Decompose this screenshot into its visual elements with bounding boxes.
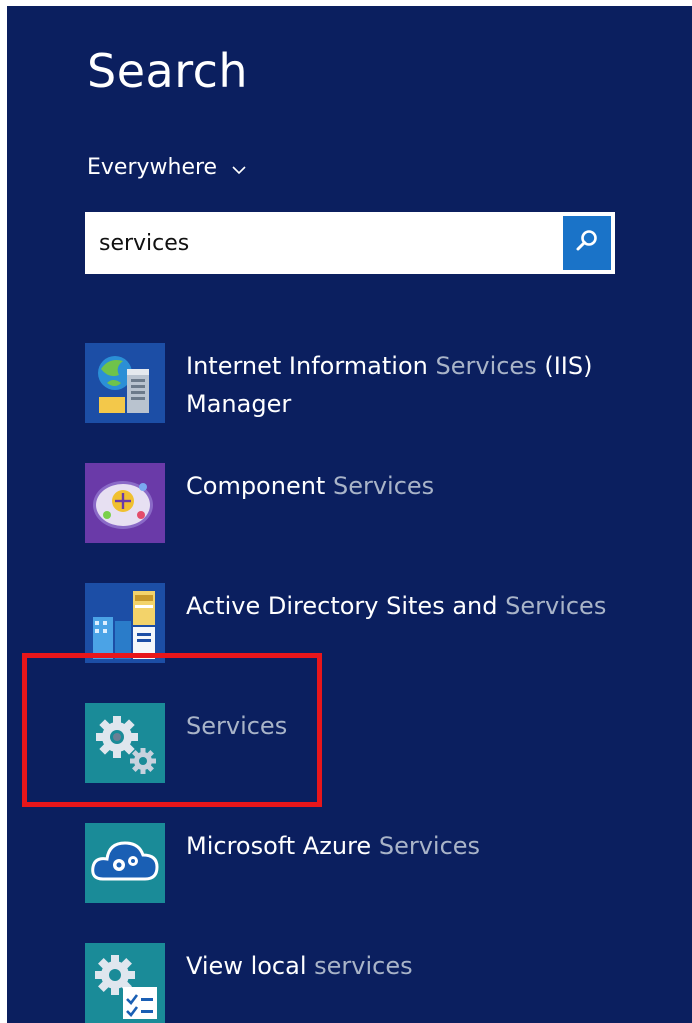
result-label: View local services [186,947,646,985]
result-label: Services [186,707,646,745]
active-directory-sites-icon [85,583,165,663]
result-component-services[interactable]: Component Services [85,463,645,543]
result-label: Active Directory Sites and Services [186,587,646,625]
result-label-main: Component [186,472,326,500]
result-services[interactable]: Services [85,703,645,783]
result-iis-manager[interactable]: Internet Information Services (IIS) Mana… [85,343,645,433]
result-active-directory-sites[interactable]: Active Directory Sites and Services [85,583,645,663]
result-view-local-services[interactable]: View local services [85,943,645,1023]
result-label: Component Services [186,467,646,505]
search-results: Internet Information Services (IIS) Mana… [7,6,692,1023]
iis-manager-icon [85,343,165,423]
result-label-match: Services [186,712,288,740]
result-label-main: Internet Information [186,352,428,380]
component-services-icon [85,463,165,543]
result-label-match: Services [505,592,607,620]
result-label-main: Active Directory Sites and [186,592,498,620]
result-label-match: Services [332,472,435,500]
result-label-match: Services [435,352,537,380]
result-label-main: Microsoft Azure [186,832,372,860]
search-pane: Search Everywhere services Internet Info… [7,6,692,1023]
result-label: Microsoft Azure Services [186,827,646,865]
result-label-match: services [314,952,413,980]
result-microsoft-azure-services[interactable]: Microsoft Azure Services [85,823,645,903]
result-label: Internet Information Services (IIS) Mana… [186,347,646,423]
azure-cloud-icon [85,823,165,903]
result-label-match: Services [378,832,481,860]
services-gears-icon [85,703,165,783]
view-local-services-icon [85,943,165,1023]
result-label-main: View local [186,952,307,980]
